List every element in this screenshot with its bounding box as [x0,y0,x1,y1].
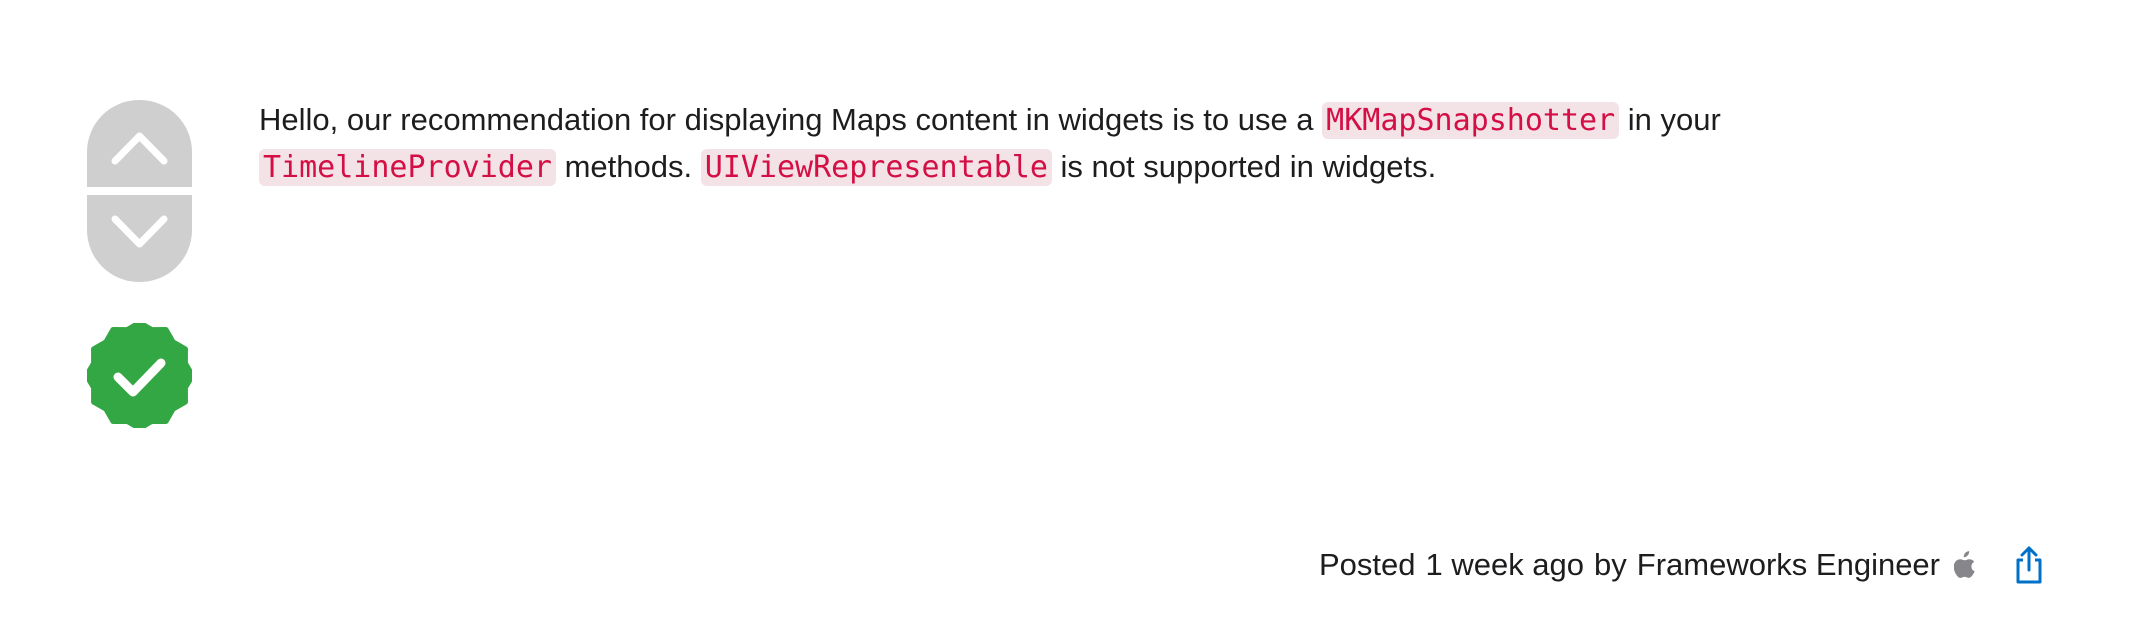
author-name[interactable]: Frameworks Engineer [1637,547,1940,583]
share-button[interactable] [2014,545,2044,585]
answer-text: in your [1619,102,1721,137]
vote-control [87,100,192,282]
checkmark-badge-icon [87,323,192,428]
code-snippet: TimelineProvider [259,149,556,186]
posted-label: Posted [1318,547,1416,582]
post-time: 1 week ago [1425,547,1585,582]
answer-text: methods. [555,149,701,184]
downvote-button[interactable] [87,195,192,282]
answer-post: Hello, our recommendation for displaying… [0,0,2130,628]
answer-body: Hello, our recommendation for displaying… [259,97,1879,191]
upvote-button[interactable] [87,100,192,187]
chevron-down-icon [111,215,168,248]
chevron-up-icon [111,132,168,165]
apple-logo-icon [1954,551,1975,578]
answer-text: is not supported in widgets. [1051,149,1437,184]
code-snippet: MKMapSnapshotter [1322,102,1620,139]
answer-text: Hello, our recommendation for displaying… [259,102,1323,137]
code-snippet: UIViewRepresentable [700,149,1052,186]
post-meta: Posted 1 week ago by Frameworks Engineer [1319,541,2044,589]
by-label: by [1594,547,1627,582]
share-icon [2016,546,2042,584]
